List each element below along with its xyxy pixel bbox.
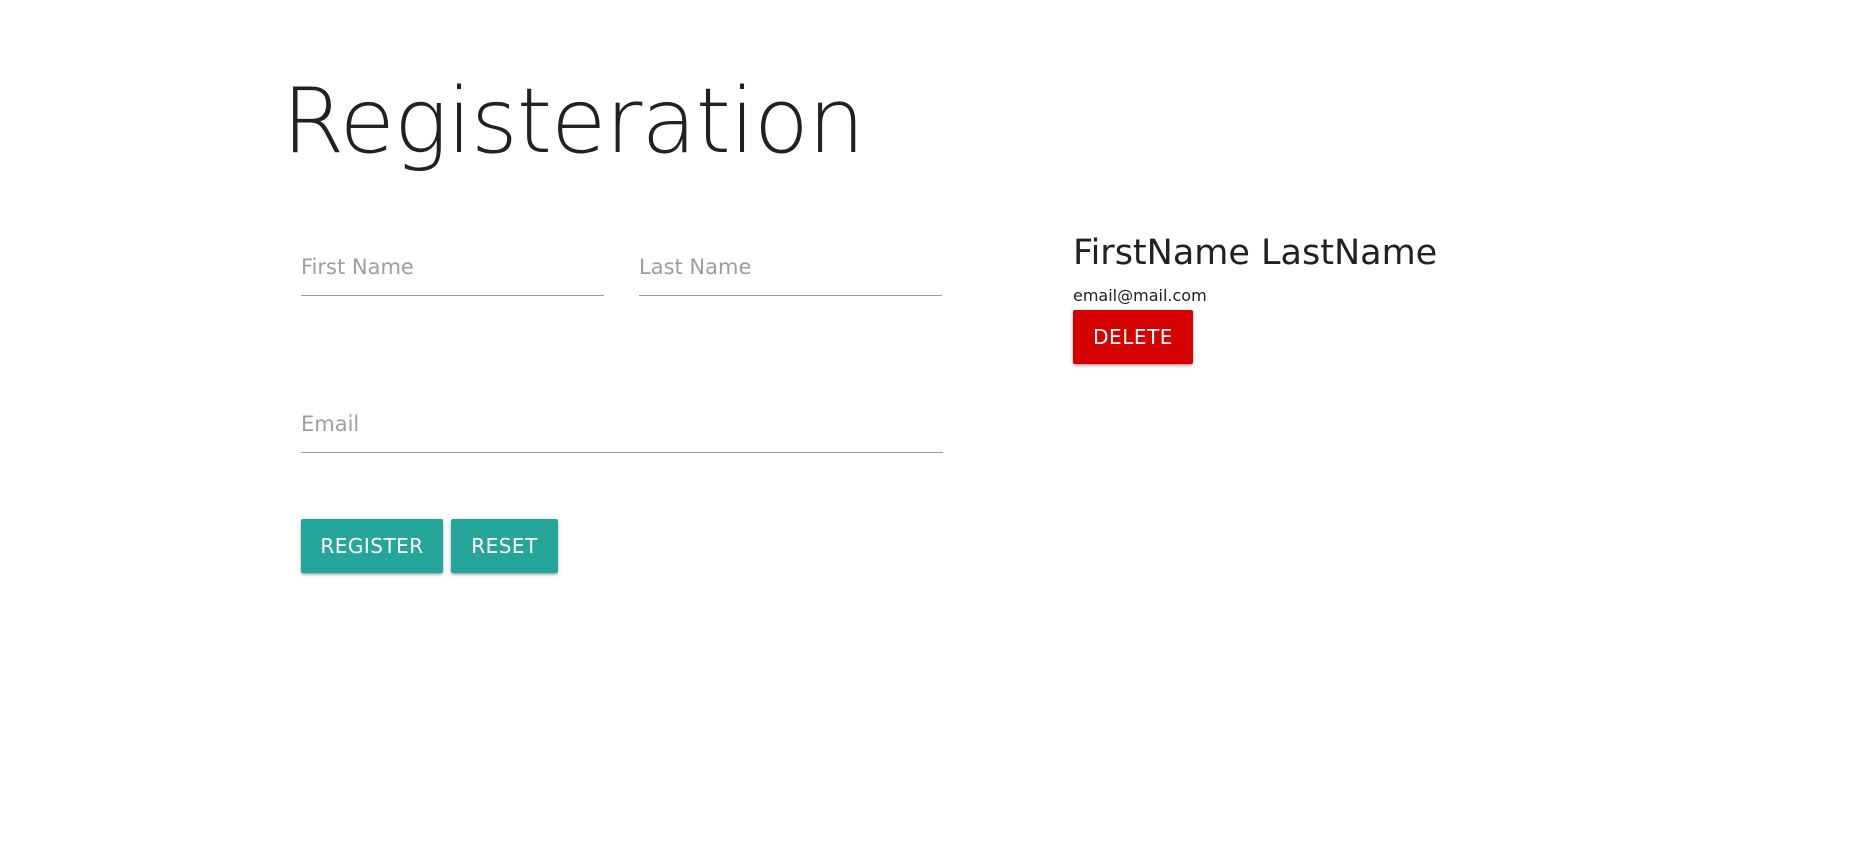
delete-button[interactable]: DELETE	[1073, 310, 1193, 364]
user-email: email@mail.com	[1073, 286, 1207, 305]
page-title: Registeration	[282, 69, 865, 174]
user-card: FirstName LastName email@mail.com DELETE	[1073, 228, 1573, 364]
register-button[interactable]: REGISTER	[301, 519, 443, 573]
last-name-field	[639, 240, 942, 296]
first-name-field	[301, 240, 604, 296]
registration-page: Registeration REGISTER RESET FirstName L…	[0, 0, 1875, 845]
email-input[interactable]	[301, 397, 943, 451]
first-name-input[interactable]	[301, 240, 604, 294]
reset-button[interactable]: RESET	[451, 519, 558, 573]
email-field	[301, 397, 943, 453]
last-name-input[interactable]	[639, 240, 942, 294]
user-name: FirstName LastName	[1073, 233, 1438, 273]
